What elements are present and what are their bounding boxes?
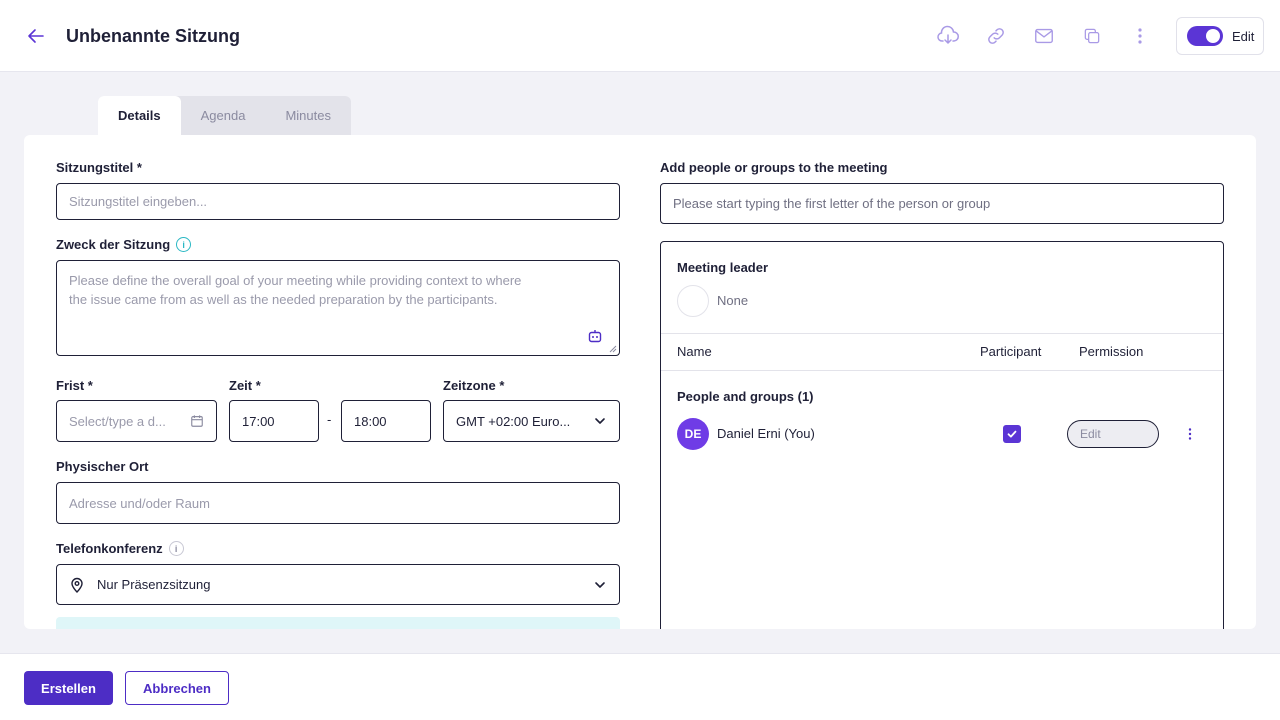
link-icon bbox=[988, 28, 1004, 44]
download-button[interactable] bbox=[936, 24, 960, 48]
page-title: Unbenannte Sitzung bbox=[66, 26, 240, 46]
avatar: DE bbox=[677, 418, 709, 450]
edit-mode-toggle[interactable]: Edit bbox=[1176, 17, 1264, 55]
leader-avatar-placeholder[interactable] bbox=[677, 285, 709, 317]
add-people-label: Add people or groups to the meeting bbox=[660, 160, 888, 175]
location-pin-icon bbox=[71, 577, 83, 593]
end-time-input[interactable]: 18:00 bbox=[341, 400, 431, 442]
more-options-button[interactable] bbox=[1128, 24, 1152, 48]
more-vertical-icon bbox=[1138, 28, 1142, 44]
cancel-button[interactable]: Abbrechen bbox=[125, 671, 229, 705]
details-card: Sitzungstitel * Sitzungstitel eingeben..… bbox=[24, 135, 1256, 629]
more-vertical-icon bbox=[1188, 428, 1192, 440]
timezone-value: GMT +02:00 Euro... bbox=[456, 413, 571, 429]
deadline-label: Frist * bbox=[56, 378, 93, 393]
meeting-leader-label: Meeting leader bbox=[677, 260, 769, 275]
copy-icon bbox=[1084, 28, 1100, 44]
end-time-value: 18:00 bbox=[354, 413, 387, 429]
chevron-down-icon bbox=[595, 418, 605, 424]
conference-label: Telefonkonferenz i bbox=[56, 541, 184, 556]
arrow-left-icon bbox=[28, 29, 44, 43]
conference-select-content: Nur Präsenzsitzung bbox=[69, 577, 210, 593]
tab-details[interactable]: Details bbox=[98, 96, 181, 136]
back-button[interactable] bbox=[24, 24, 48, 48]
location-input[interactable]: Adresse und/oder Raum bbox=[56, 482, 620, 524]
timezone-label: Zeitzone * bbox=[443, 378, 505, 393]
copy-link-button[interactable] bbox=[984, 24, 1008, 48]
member-more-button[interactable] bbox=[1182, 426, 1198, 442]
chevron-down-icon bbox=[595, 581, 605, 588]
purpose-placeholder-line2: the issue came from as well as the neede… bbox=[69, 292, 498, 307]
info-banner bbox=[56, 617, 620, 629]
start-time-value: 17:00 bbox=[242, 413, 275, 429]
people-search-placeholder: Please start typing the first letter of … bbox=[673, 196, 991, 211]
purpose-placeholder-line1: Please define the overall goal of your m… bbox=[69, 273, 522, 288]
resize-handle-icon[interactable] bbox=[609, 345, 617, 353]
participant-checkbox[interactable] bbox=[1003, 425, 1021, 443]
purpose-label-text: Zweck der Sitzung bbox=[56, 237, 171, 252]
column-header-permission: Permission bbox=[1079, 344, 1144, 359]
info-icon[interactable]: i bbox=[176, 237, 192, 252]
tab-minutes[interactable]: Minutes bbox=[265, 96, 351, 136]
meeting-leader-value: None bbox=[717, 293, 749, 308]
people-groups-heading: People and groups (1) bbox=[677, 389, 814, 404]
conference-select[interactable]: Nur Präsenzsitzung bbox=[56, 564, 620, 605]
info-icon[interactable]: i bbox=[168, 541, 184, 556]
meeting-title-input[interactable]: Sitzungstitel eingeben... bbox=[56, 183, 620, 220]
deadline-date-input[interactable]: Select/type a d... bbox=[56, 400, 217, 442]
duplicate-button[interactable] bbox=[1080, 24, 1104, 48]
calendar-icon[interactable] bbox=[190, 414, 204, 428]
mail-icon bbox=[1035, 28, 1053, 44]
start-time-input[interactable]: 17:00 bbox=[229, 400, 319, 442]
people-panel: Meeting leader None Name Participant Per… bbox=[660, 241, 1224, 629]
divider bbox=[661, 333, 1223, 334]
tab-bar: Details Agenda Minutes bbox=[98, 96, 351, 136]
top-header: Unbenannte Sitzung Edit bbox=[0, 0, 1280, 72]
conference-label-text: Telefonkonferenz bbox=[56, 541, 163, 556]
purpose-textarea[interactable]: Please define the overall goal of your m… bbox=[56, 260, 620, 356]
people-search-input[interactable]: Please start typing the first letter of … bbox=[660, 183, 1224, 224]
column-header-participant: Participant bbox=[980, 344, 1042, 359]
purpose-label: Zweck der Sitzung i bbox=[56, 237, 192, 252]
time-label: Zeit * bbox=[229, 378, 261, 393]
email-button[interactable] bbox=[1032, 24, 1056, 48]
create-button[interactable]: Erstellen bbox=[24, 671, 113, 705]
conference-value: Nur Präsenzsitzung bbox=[97, 577, 211, 592]
member-name: Daniel Erni (You) bbox=[717, 426, 815, 441]
meeting-title-placeholder: Sitzungstitel eingeben... bbox=[69, 194, 208, 209]
time-separator: - bbox=[327, 412, 332, 427]
cloud-download-icon bbox=[937, 25, 959, 44]
meeting-title-label: Sitzungstitel * bbox=[56, 160, 142, 175]
edit-toggle-label: Edit bbox=[1232, 28, 1255, 44]
permission-select[interactable]: Edit bbox=[1067, 420, 1159, 448]
location-label: Physischer Ort bbox=[56, 459, 149, 474]
location-placeholder: Adresse und/oder Raum bbox=[69, 495, 210, 511]
robot-icon[interactable] bbox=[587, 328, 603, 344]
toggle-switch[interactable] bbox=[1187, 26, 1223, 46]
check-icon bbox=[1007, 430, 1017, 438]
divider bbox=[661, 370, 1223, 371]
tab-agenda[interactable]: Agenda bbox=[181, 96, 266, 136]
column-header-name: Name bbox=[677, 344, 712, 359]
deadline-placeholder: Select/type a d... bbox=[69, 413, 166, 429]
footer-bar: Erstellen Abbrechen bbox=[0, 653, 1280, 720]
timezone-select[interactable]: GMT +02:00 Euro... bbox=[443, 400, 620, 442]
